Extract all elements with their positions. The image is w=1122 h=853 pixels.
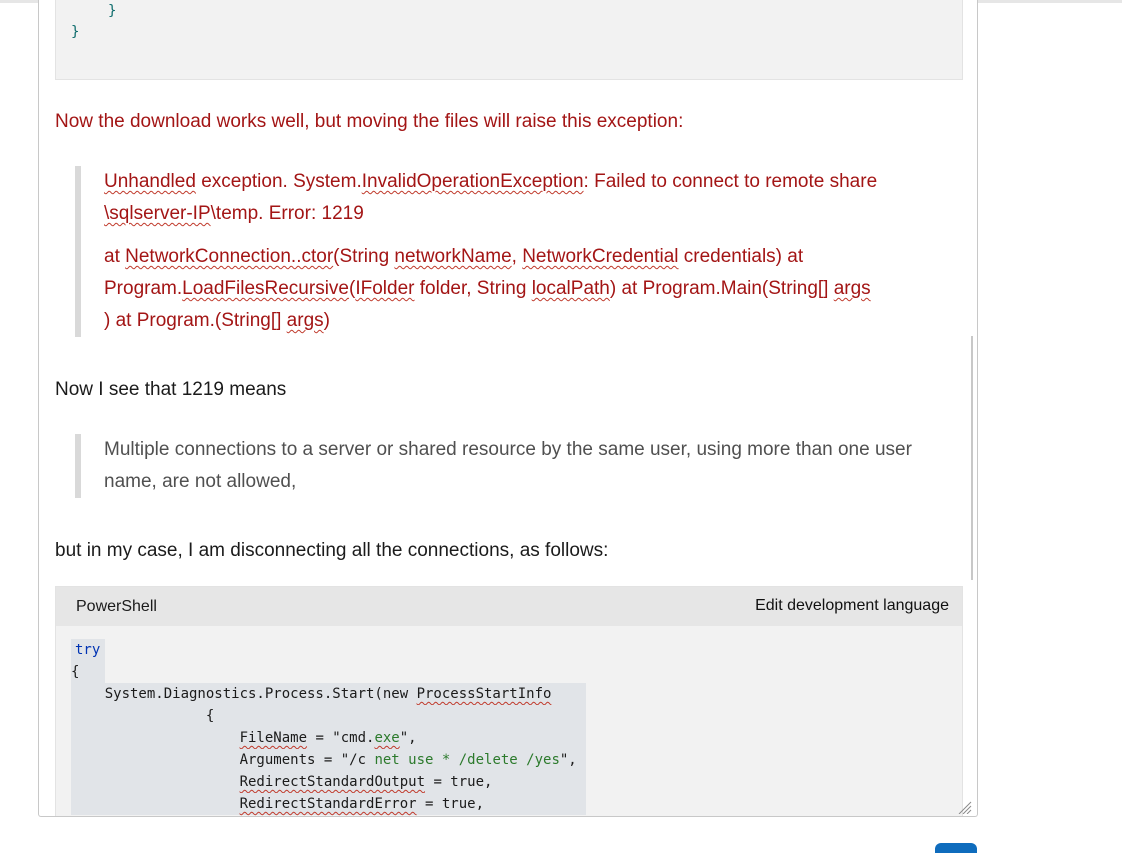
editor-scrollbar[interactable] bbox=[971, 336, 973, 580]
code-line: RedirectStandardOutput = true, bbox=[71, 771, 962, 793]
error-word: Unhandled bbox=[104, 171, 196, 192]
code-line: FileName = "cmd.exe", bbox=[71, 727, 962, 749]
code-line: System.Diagnostics.Process.Start(new Pro… bbox=[71, 683, 962, 705]
editor-content[interactable]: } } Now the download works well, but mov… bbox=[39, 0, 977, 816]
trace-text: ) at Program.(String[] bbox=[104, 310, 287, 331]
paragraph-disconnecting: but in my case, I am disconnecting all t… bbox=[55, 540, 609, 561]
trace-word: args bbox=[833, 278, 871, 299]
trace-text: ) at Program.Main(String[] bbox=[609, 278, 834, 299]
code-line: RedirectStandardError = true, bbox=[71, 793, 962, 815]
trace-word: NetworkCredential bbox=[522, 246, 679, 267]
code-line: { bbox=[71, 705, 962, 727]
trace-word: localPath bbox=[531, 278, 610, 299]
paragraph-download-works: Now the download works well, but moving … bbox=[55, 111, 684, 132]
error-text: exception. System. bbox=[195, 171, 362, 192]
code-line: try bbox=[71, 639, 962, 661]
error-word: InvalidOperationException bbox=[361, 171, 584, 192]
trace-text: (String bbox=[333, 246, 395, 267]
code-brace: } bbox=[108, 3, 117, 19]
code-block-top: } } bbox=[55, 0, 963, 80]
code-line: { bbox=[71, 661, 962, 683]
trace-word: IFolder bbox=[355, 278, 415, 299]
code-brace: } bbox=[71, 24, 80, 40]
edit-language-button[interactable]: Edit development language bbox=[755, 597, 949, 615]
trace-text: at bbox=[104, 246, 126, 267]
resize-handle-icon[interactable] bbox=[956, 800, 972, 814]
trace-word: networkName bbox=[394, 246, 512, 267]
trace-word: NetworkConnection..ctor bbox=[125, 246, 334, 267]
error-blockquote: Unhandled exception. System.InvalidOpera… bbox=[75, 166, 924, 337]
error-text: \temp. Error: 1219 bbox=[210, 203, 364, 224]
code-block[interactable]: PowerShell Edit development language try… bbox=[55, 586, 963, 816]
trace-text: , bbox=[511, 246, 523, 267]
code-line: Arguments = "/c net use * /delete /yes", bbox=[71, 749, 962, 771]
error-message: Unhandled exception. System.InvalidOpera… bbox=[104, 166, 924, 230]
meaning-text: Multiple connections to a server or shar… bbox=[104, 439, 912, 492]
trace-word: LoadFilesRecursive bbox=[182, 278, 349, 299]
error-word: \sqlserver-IP bbox=[104, 203, 211, 224]
trace-word: args bbox=[286, 310, 324, 331]
trace-text: ) bbox=[323, 310, 330, 331]
trace-text: folder, String bbox=[414, 278, 532, 299]
code-language-label: PowerShell bbox=[76, 598, 157, 615]
code-lines[interactable]: try { System.Diagnostics.Process.Start(n… bbox=[71, 639, 962, 815]
submit-button[interactable] bbox=[935, 843, 977, 853]
stack-trace: at NetworkConnection..ctor(String networ… bbox=[104, 241, 924, 337]
error-text: : Failed to connect to remote share bbox=[583, 171, 878, 192]
paragraph-1219-means: Now I see that 1219 means bbox=[55, 379, 287, 400]
code-block-header: PowerShell Edit development language bbox=[56, 587, 962, 626]
meaning-blockquote: Multiple connections to a server or shar… bbox=[75, 434, 914, 498]
rich-text-editor[interactable]: } } Now the download works well, but mov… bbox=[38, 0, 978, 817]
